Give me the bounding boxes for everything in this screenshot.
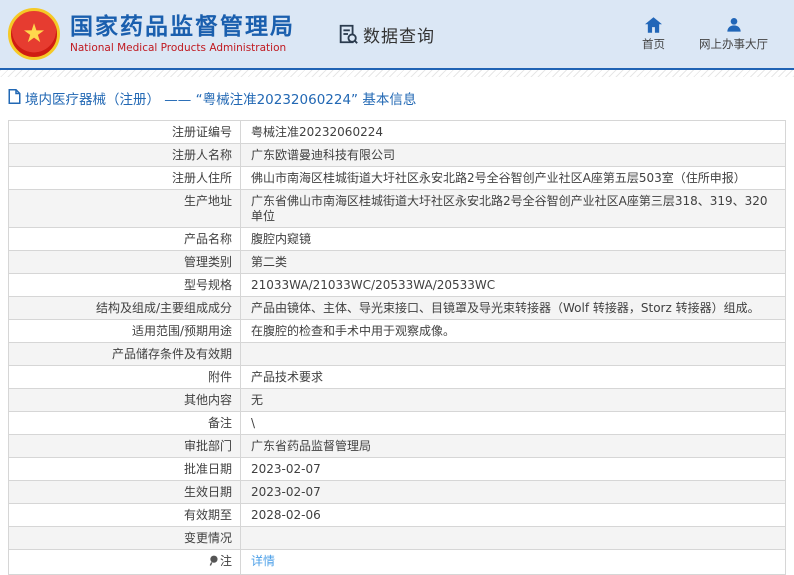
- header-hatch-divider: [0, 70, 794, 77]
- row-label: 批准日期: [9, 458, 241, 480]
- nav-item-service-hall[interactable]: 网上办事大厅: [699, 17, 768, 52]
- row-label-text: 审批部门: [183, 439, 232, 453]
- info-table-body: 注册证编号 粤械注准20232060224 注册人名称 广东欧谱曼迪科技有限公司…: [8, 120, 786, 575]
- row-value: 佛山市南海区桂城街道大圩社区永安北路2号全谷智创产业社区A座第五层503室（住所…: [251, 171, 746, 185]
- row-label: 注册人住所: [9, 167, 241, 189]
- row-value: 2028-02-06: [251, 508, 321, 522]
- row-label-text: 型号规格: [183, 278, 232, 292]
- row-label: 审批部门: [9, 435, 241, 457]
- data-query-nav[interactable]: 数据查询: [337, 22, 435, 47]
- national-emblem-logo[interactable]: ★: [8, 8, 60, 60]
- row-label: 适用范围/预期用途: [9, 320, 241, 342]
- row-label: 注册人名称: [9, 144, 241, 166]
- table-row: 注册证编号 粤械注准20232060224: [9, 121, 785, 144]
- row-label-text: 注: [219, 554, 232, 568]
- table-row: 生效日期 2023-02-07: [9, 481, 785, 504]
- row-label: 注册证编号: [9, 121, 241, 143]
- row-label: 有效期至: [9, 504, 241, 526]
- row-label: 管理类别: [9, 251, 241, 273]
- row-value: 腹腔内窥镜: [251, 232, 312, 246]
- row-label-text: 注册人住所: [171, 171, 232, 185]
- row-value: 在腹腔的检查和手术中用于观察成像。: [251, 324, 456, 338]
- table-row: 生产地址 广东省佛山市南海区桂城街道大圩社区永安北路2号全谷智创产业社区A座第三…: [9, 190, 785, 228]
- row-value: 广东欧谱曼迪科技有限公司: [251, 148, 396, 162]
- row-value: 第二类: [251, 255, 288, 269]
- table-row: 有效期至 2028-02-06: [9, 504, 785, 527]
- row-label: 其他内容: [9, 389, 241, 411]
- row-label: 生效日期: [9, 481, 241, 503]
- table-row: 适用范围/预期用途 在腹腔的检查和手术中用于观察成像。: [9, 320, 785, 343]
- row-label-text: 管理类别: [183, 255, 232, 269]
- row-label-text: 有效期至: [183, 508, 232, 522]
- row-label-text: 变更情况: [183, 531, 232, 545]
- row-label: 变更情况: [9, 527, 241, 549]
- row-label-text: 其他内容: [183, 393, 232, 407]
- row-value: 产品技术要求: [251, 370, 324, 384]
- row-value: [241, 527, 785, 549]
- table-row: 管理类别 第二类: [9, 251, 785, 274]
- star-icon: ★: [22, 19, 46, 49]
- row-label: 型号规格: [9, 274, 241, 296]
- table-row: 审批部门 广东省药品监督管理局: [9, 435, 785, 458]
- table-row: 型号规格 21033WA/21033WC/20533WA/20533WC: [9, 274, 785, 297]
- home-icon: [645, 16, 662, 36]
- row-label-text: 产品名称: [183, 232, 232, 246]
- row-label-text: 附件: [207, 370, 232, 384]
- org-name-en: National Medical Products Administration: [70, 42, 287, 55]
- row-label-text: 结构及组成/主要组成成分: [95, 301, 232, 315]
- row-label: 备注: [9, 412, 241, 434]
- row-label-text: 适用范围/预期用途: [131, 324, 232, 338]
- row-value: 无: [251, 393, 264, 407]
- table-row: 产品名称 腹腔内窥镜: [9, 228, 785, 251]
- row-label-text: 生效日期: [183, 485, 232, 499]
- row-value: \: [251, 416, 256, 430]
- table-row: 结构及组成/主要组成成分 产品由镜体、主体、导光束接口、目镜罩及导光束转接器（W…: [9, 297, 785, 320]
- table-row: 注 详情: [9, 550, 785, 574]
- doc-search-icon: [337, 23, 359, 45]
- page-header: ★ 国家药品监督管理局 National Medical Products Ad…: [0, 0, 794, 70]
- row-value[interactable]: 详情: [241, 550, 785, 574]
- row-value: [241, 343, 785, 365]
- org-title-block: 国家药品监督管理局 National Medical Products Admi…: [70, 14, 295, 54]
- table-row: 批准日期 2023-02-07: [9, 458, 785, 481]
- row-value: 广东省药品监督管理局: [251, 439, 372, 453]
- table-row: 产品储存条件及有效期: [9, 343, 785, 366]
- row-label-text: 生产地址: [183, 194, 232, 208]
- breadcrumb-text: 境内医疗器械（注册） —— “粤械注准20232060224” 基本信息: [25, 92, 417, 108]
- header-nav: 首页 网上办事大厅: [642, 16, 794, 52]
- row-label: 产品名称: [9, 228, 241, 250]
- row-label-text: 注册证编号: [171, 125, 232, 139]
- table-row: 附件 产品技术要求: [9, 366, 785, 389]
- table-row: 注册人名称 广东欧谱曼迪科技有限公司: [9, 144, 785, 167]
- nav-item-home[interactable]: 首页: [642, 16, 665, 52]
- nav-item-label: 网上办事大厅: [699, 36, 768, 51]
- org-name-cn: 国家药品监督管理局: [70, 13, 295, 40]
- row-value: 21033WA/21033WC/20533WA/20533WC: [251, 278, 496, 292]
- row-value: 广东省佛山市南海区桂城街道大圩社区永安北路2号全谷智创产业社区A座第三层318、…: [251, 194, 768, 223]
- row-label-text: 产品储存条件及有效期: [111, 347, 232, 361]
- row-value: 2023-02-07: [251, 485, 321, 499]
- row-label-text: 注册人名称: [171, 148, 232, 162]
- row-label: 注: [9, 550, 241, 574]
- table-row: 变更情况: [9, 527, 785, 550]
- row-label: 生产地址: [9, 190, 241, 227]
- note-icon: [209, 554, 220, 571]
- breadcrumb: 境内医疗器械（注册） —— “粤械注准20232060224” 基本信息: [0, 77, 794, 116]
- user-icon: [726, 17, 742, 36]
- table-row: 其他内容 无: [9, 389, 785, 412]
- row-label: 附件: [9, 366, 241, 388]
- data-query-label: 数据查询: [363, 26, 435, 47]
- table-row: 注册人住所 佛山市南海区桂城街道大圩社区永安北路2号全谷智创产业社区A座第五层5…: [9, 167, 785, 190]
- row-value: 2023-02-07: [251, 462, 321, 476]
- row-label-text: 备注: [207, 416, 232, 430]
- row-value: 产品由镜体、主体、导光束接口、目镜罩及导光束转接器（Wolf 转接器，Storz…: [251, 301, 760, 315]
- row-label: 结构及组成/主要组成成分: [9, 297, 241, 319]
- row-label-text: 批准日期: [183, 462, 232, 476]
- row-label: 产品储存条件及有效期: [9, 343, 241, 365]
- row-value: 粤械注准20232060224: [251, 125, 383, 139]
- table-row: 备注 \: [9, 412, 785, 435]
- file-icon: [8, 88, 25, 108]
- nav-item-label: 首页: [642, 36, 665, 51]
